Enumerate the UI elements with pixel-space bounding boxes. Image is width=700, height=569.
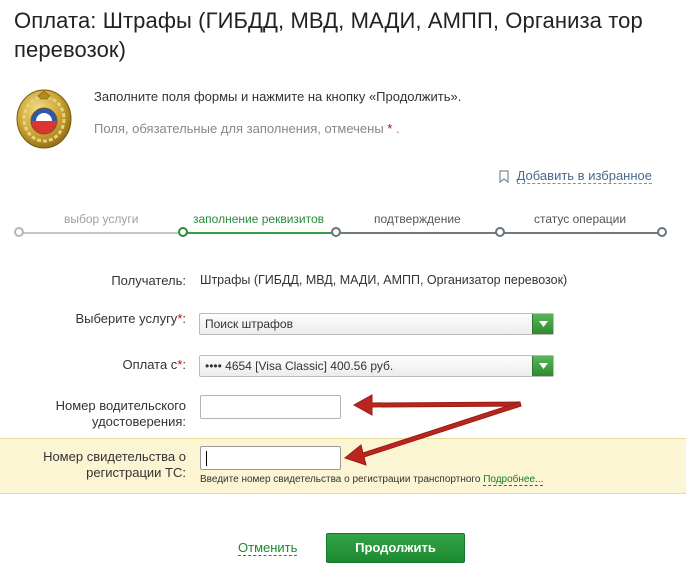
more-info-link[interactable]: Подробнее... — [483, 474, 544, 486]
vehicle-cert-label: Номер свидетельства о регистрации ТС: — [43, 449, 186, 481]
vehicle-cert-label-line1: Номер свидетельства о — [43, 449, 186, 464]
required-note-end: . — [395, 121, 400, 136]
vehicle-cert-input[interactable] — [200, 446, 341, 470]
step-dot-2 — [178, 227, 188, 237]
recipient-value: Штрафы (ГИБДД, МВД, МАДИ, АМПП, Организа… — [200, 273, 568, 287]
step-label-select-service: выбор услуги — [64, 212, 139, 226]
step-line-4 — [500, 232, 662, 234]
payment-source-select[interactable]: •••• 4654 [Visa Classic] 400.56 руб. — [199, 355, 554, 377]
chevron-down-icon — [538, 321, 548, 327]
vehicle-cert-hint: Введите номер свидетельства о регистраци… — [200, 474, 544, 486]
step-dot-1 — [14, 227, 24, 237]
service-select-toggle[interactable] — [532, 314, 553, 334]
step-dot-4 — [495, 227, 505, 237]
payment-source-toggle[interactable] — [532, 356, 553, 376]
driver-license-label-line2: удостоверения: — [92, 414, 186, 429]
service-select-value: Поиск штрафов — [205, 317, 293, 331]
required-star: * — [387, 121, 393, 136]
service-label-text: Выберите услугу — [75, 311, 178, 326]
payment-from-label-text: Оплата с — [122, 357, 178, 372]
driver-license-label: Номер водительского удостоверения: — [56, 398, 186, 430]
service-select[interactable]: Поиск штрафов — [199, 313, 554, 335]
continue-button[interactable]: Продолжить — [326, 533, 465, 563]
step-label-confirm: подтверждение — [374, 212, 461, 226]
step-line-2 — [184, 232, 336, 234]
payment-from-label: Оплата с*: — [122, 357, 186, 373]
text-caret — [206, 451, 207, 466]
step-line-3 — [336, 232, 500, 234]
vehicle-cert-hint-text: Введите номер свидетельства о регистраци… — [200, 474, 481, 485]
payment-label-colon: : — [182, 357, 186, 372]
service-label: Выберите услугу*: — [75, 311, 186, 327]
payment-source-value: •••• 4654 [Visa Classic] 400.56 руб. — [205, 359, 394, 373]
step-dot-end — [657, 227, 667, 237]
progress-steps: выбор услуги заполнение реквизитов подтв… — [14, 206, 674, 242]
vehicle-cert-label-line2: регистрации ТС: — [86, 465, 186, 480]
page-title: Оплата: Штрафы (ГИБДД, МВД, МАДИ, АМПП, … — [14, 8, 643, 62]
driver-license-label-line1: Номер водительского — [55, 398, 186, 413]
cancel-link[interactable]: Отменить — [238, 540, 298, 556]
step-line-1 — [20, 232, 184, 234]
step-label-status: статус операции — [534, 212, 627, 226]
bookmark-icon — [499, 169, 509, 183]
required-fields-note: Поля, обязательные для заполнения, отмеч… — [94, 121, 400, 136]
favorites-label[interactable]: Добавить в избранное — [516, 168, 652, 184]
form-instructions: Заполните поля формы и нажмите на кнопку… — [94, 89, 462, 104]
add-to-favorites-link[interactable]: Добавить в избранное — [499, 168, 652, 184]
driver-license-input[interactable] — [200, 395, 341, 419]
arrow-to-license-icon — [352, 394, 521, 416]
traffic-police-emblem-logo — [16, 89, 72, 149]
recipient-label: Получатель: — [111, 273, 186, 288]
required-note-text: Поля, обязательные для заполнения, отмеч… — [94, 121, 384, 136]
service-label-colon: : — [182, 311, 186, 326]
step-dot-3 — [331, 227, 341, 237]
chevron-down-icon — [538, 363, 548, 369]
step-label-fill-details: заполнение реквизитов — [193, 212, 325, 226]
